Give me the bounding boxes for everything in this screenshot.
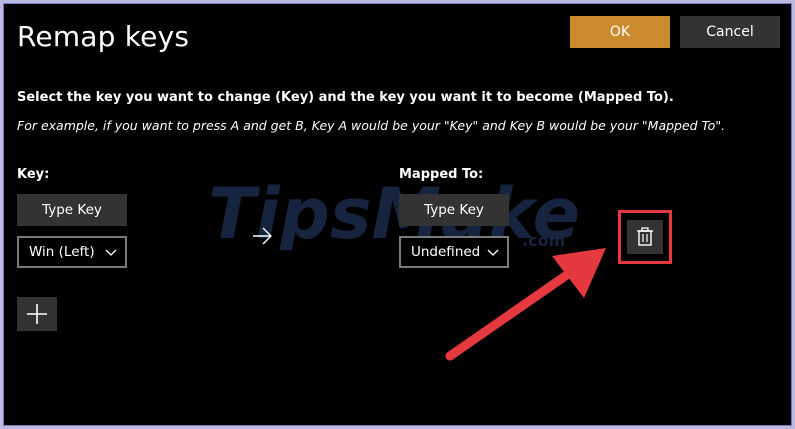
mapped-to-column-label: Mapped To:: [399, 167, 484, 182]
key-dropdown[interactable]: Win (Left): [17, 236, 127, 268]
mapped-to-dropdown[interactable]: Undefined: [399, 236, 509, 268]
ok-button[interactable]: OK: [570, 16, 670, 48]
remap-keys-window: Remap keys OK Cancel Select the key you …: [3, 3, 792, 426]
plus-icon: [27, 304, 47, 324]
delete-mapping-button[interactable]: [627, 220, 663, 254]
type-key-button-original[interactable]: Type Key: [17, 194, 127, 226]
cancel-button[interactable]: Cancel: [680, 16, 780, 48]
trash-icon: [637, 227, 653, 246]
instruction-text: Select the key you want to change (Key) …: [17, 90, 674, 105]
example-text: For example, if you want to press A and …: [17, 118, 726, 133]
mapped-to-dropdown-value: Undefined: [411, 244, 481, 260]
chevron-down-icon: [487, 249, 499, 256]
chevron-down-icon: [105, 249, 117, 256]
svg-text:.com: .com: [522, 231, 565, 250]
page-title: Remap keys: [17, 20, 190, 53]
key-dropdown-value: Win (Left): [29, 244, 95, 260]
type-key-button-mapped[interactable]: Type Key: [399, 194, 509, 226]
add-mapping-button[interactable]: [17, 297, 57, 331]
key-column-label: Key:: [17, 167, 50, 182]
arrow-right-icon: [253, 227, 272, 245]
